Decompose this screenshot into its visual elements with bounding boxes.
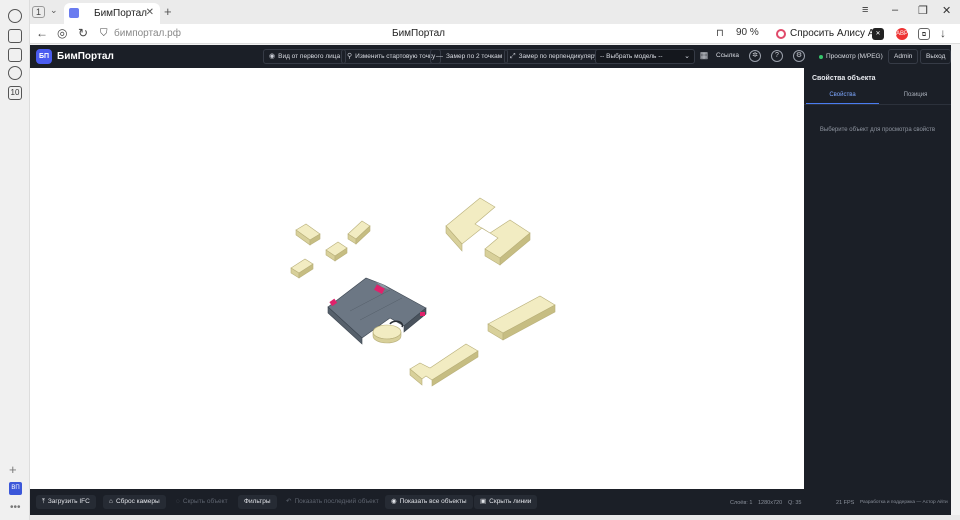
extension-x-icon[interactable]: ✕ [872, 28, 884, 40]
player-icon[interactable] [8, 66, 22, 80]
minimize-icon[interactable]: – [892, 4, 898, 16]
eye-off-icon: ◌ [176, 498, 180, 505]
tab-count-badge[interactable]: 1 [32, 6, 46, 18]
help-icon[interactable]: ? [771, 50, 783, 62]
close-window-icon[interactable]: ✕ [942, 4, 951, 17]
apps-badge-icon[interactable]: 10 [8, 86, 22, 100]
logo: БП [36, 49, 52, 64]
user-button[interactable]: Admin [888, 49, 919, 64]
collections-icon[interactable] [8, 29, 22, 43]
building-block[interactable] [290, 258, 314, 279]
adblock-icon[interactable]: ABP [896, 28, 908, 40]
bottom-toolbar: ⤒ Загрузить IFC ⌂ Сброс камеры ◌ Скрыть объ… [30, 489, 804, 515]
logout-button[interactable]: Выход [920, 49, 952, 64]
view-status: Просмотр (M/PEG) [826, 53, 883, 60]
ask-alice-label: Спросить Алису AI [790, 28, 878, 39]
eye-icon: ◉ [391, 498, 397, 505]
grid-icon: ▣ [480, 498, 487, 505]
tab-properties[interactable]: Свойства [806, 92, 879, 104]
browser-sidebar: 10 + ВП ••• [0, 0, 30, 520]
objects-stat: Слоёв: 1 [730, 500, 753, 506]
url-field[interactable]: бимпортал.рф [114, 28, 181, 39]
resolution-stat: 1280x720 [758, 500, 783, 506]
building-block[interactable] [295, 223, 321, 246]
close-tab-icon[interactable]: ✕ [146, 7, 154, 18]
show-last-object-button[interactable]: ↶ Показать последний объект [280, 495, 385, 509]
history-icon[interactable] [8, 9, 22, 23]
browser-status-strip [30, 515, 960, 520]
building-block[interactable] [325, 241, 348, 262]
gear-icon[interactable]: ⚙ [793, 50, 805, 62]
back-icon[interactable]: ← [36, 26, 48, 40]
chevron-down-icon: ⌄ [684, 53, 690, 60]
tab-bimportal[interactable]: БимПортал ✕ [64, 3, 160, 24]
more-icon[interactable]: ••• [10, 502, 21, 513]
menu-icon[interactable]: ≡ [862, 4, 868, 16]
credits-text: Разработка и поддержка — Астор Айти [860, 500, 948, 505]
first-person-view-button[interactable]: ◉ Вид от первого лица [263, 49, 347, 64]
restore-icon[interactable]: ❐ [918, 4, 928, 17]
building-h-shaped[interactable] [445, 197, 531, 266]
show-all-objects-button[interactable]: ◉ Показать все объекты [385, 495, 473, 509]
pinned-app-icon[interactable]: ВП [9, 482, 22, 495]
favicon-icon [69, 8, 79, 18]
filters-button[interactable]: Фильтры [238, 495, 277, 509]
zoom-level[interactable]: 90 % [736, 27, 759, 38]
chevron-down-icon[interactable]: ⌄ [50, 5, 58, 16]
model-select[interactable]: -- Выбрать модель -- ⌄ [595, 49, 695, 64]
change-start-point-button[interactable]: ⚲ Изменить стартовую точку [341, 49, 442, 64]
divider [804, 104, 951, 105]
hide-lines-button[interactable]: ▣ Скрыть линии [474, 495, 538, 509]
address-bar: ← ◎ ↻ ⛉ бимпортал.рф БимПортал ⊓ 90 % Сп… [30, 24, 960, 44]
empty-state-text: Выберите объект для просмотра свойств [819, 127, 936, 133]
browser-window: 10 + ВП ••• 1 ⌄ БимПортал ✕ + ≡ – ❐ ✕ ← … [0, 0, 960, 520]
home-icon: ⌂ [109, 498, 113, 505]
bimportal-app: БП БимПортал ◉ Вид от первого лица ⚲ Измен… [30, 45, 952, 515]
eye-icon: ◉ [269, 53, 276, 60]
link-button[interactable]: Ссылка [711, 49, 744, 64]
grid-icon[interactable]: ▦ [698, 50, 710, 62]
brand-name: БимПортал [57, 51, 114, 62]
new-tab-icon[interactable]: + [164, 4, 172, 19]
bookmark-icon[interactable]: ⊓ [716, 28, 724, 39]
building-long-bar[interactable] [487, 295, 556, 341]
building-block[interactable] [347, 220, 371, 245]
panel-title: Свойства объекта [812, 75, 876, 82]
extensions-icon[interactable]: ⧉ [918, 28, 930, 40]
upload-icon: ⤒ [42, 498, 45, 505]
measure-two-points-button[interactable]: — Замер по 2 точкам [430, 49, 509, 64]
measure-perpendicular-button[interactable]: ⤢ Замер по перпендикуляру [504, 49, 604, 64]
reset-camera-button[interactable]: ⌂ Сброс камеры [103, 495, 166, 509]
page-title: БимПортал [392, 28, 445, 39]
download-icon[interactable]: ↓ [940, 26, 946, 40]
load-ifc-button[interactable]: ⤒ Загрузить IFC [36, 495, 96, 509]
hide-object-button[interactable]: ◌ Скрыть объект [170, 495, 234, 509]
reload-icon[interactable]: ↻ [78, 26, 88, 40]
add-panel-icon[interactable]: + [9, 462, 17, 477]
ask-alice-button[interactable]: Спросить Алису AI [772, 26, 884, 42]
building-l-shaped[interactable] [409, 343, 479, 387]
fps-stat: 21 FPS [836, 500, 855, 506]
pin-icon: ⚲ [347, 53, 353, 60]
shield-icon[interactable]: ◎ [57, 26, 67, 40]
model-scene [290, 197, 556, 387]
ruler-icon: — [436, 53, 443, 60]
properties-panel: Свойства объекта Свойства Позиция Выбери… [804, 68, 951, 515]
tab-title: БимПортал [94, 8, 147, 19]
downloads-panel-icon[interactable] [8, 48, 22, 62]
tab-position[interactable]: Позиция [879, 92, 952, 104]
status-indicator [819, 55, 823, 59]
undo-icon: ↶ [286, 498, 292, 505]
3d-viewport[interactable] [30, 68, 804, 489]
tab-bar: 1 ⌄ БимПортал ✕ + ≡ – ❐ ✕ [30, 0, 960, 24]
settings-icon[interactable]: ✲ [749, 50, 761, 62]
perpendicular-icon: ⤢ [510, 53, 516, 60]
alice-icon [776, 29, 786, 39]
app-header: БП БимПортал ◉ Вид от первого лица ⚲ Измен… [30, 45, 952, 68]
quality-stat: Q: 35 [788, 500, 802, 506]
site-security-icon[interactable]: ⛉ [100, 28, 108, 39]
